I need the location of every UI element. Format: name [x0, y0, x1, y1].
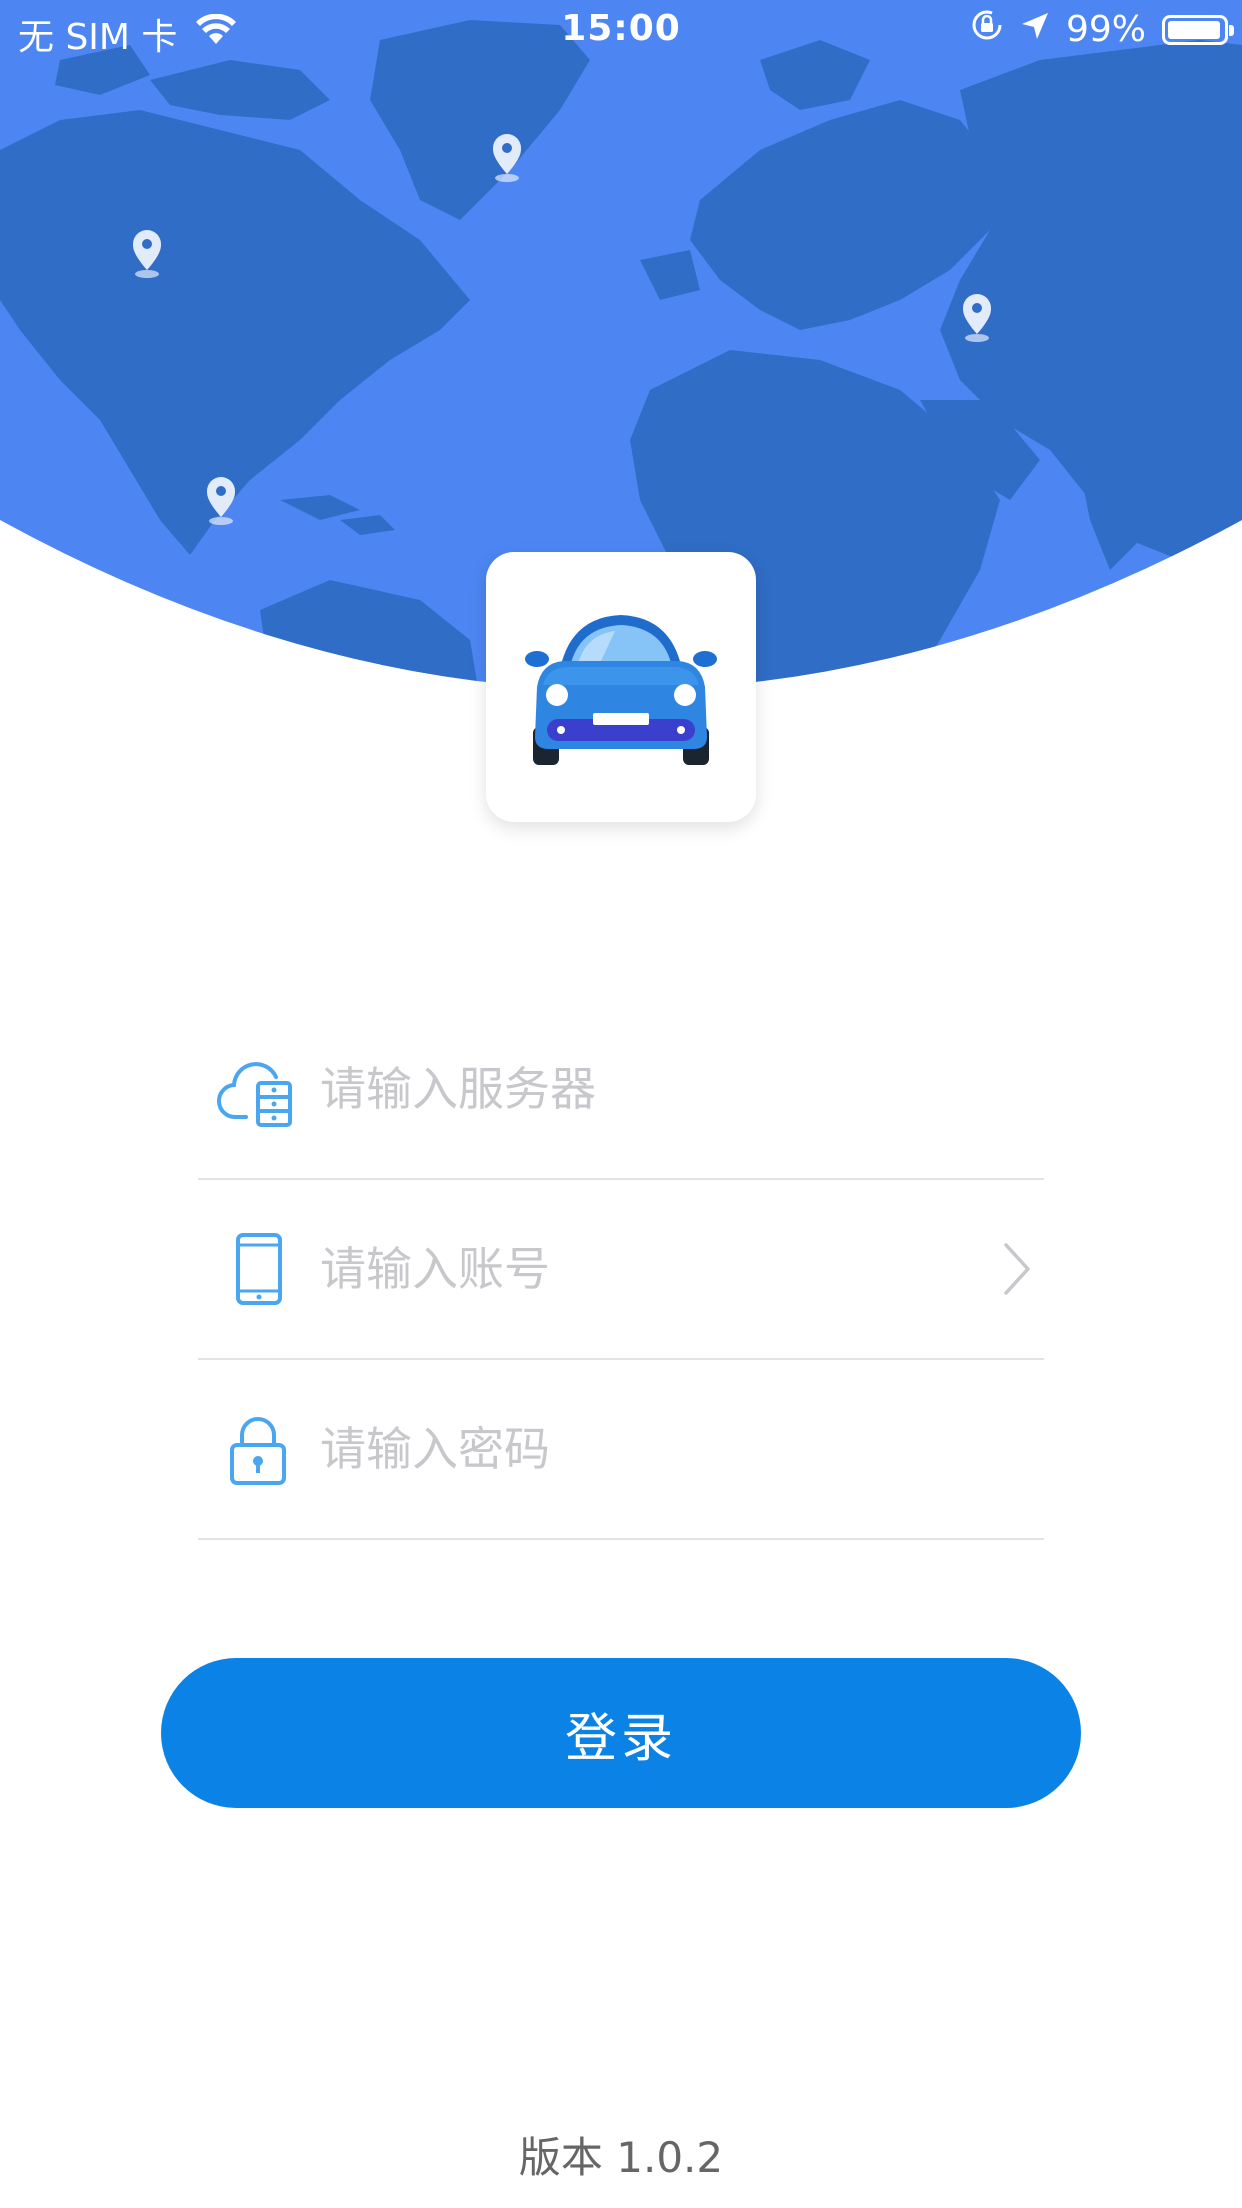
phone-icon: [216, 1180, 300, 1358]
account-field-row: [198, 1180, 1044, 1360]
car-icon: [525, 615, 717, 765]
battery-level-fill: [1168, 20, 1220, 39]
server-input[interactable]: [320, 1049, 940, 1129]
login-button[interactable]: 登录: [161, 1658, 1081, 1808]
password-field-row: [198, 1360, 1044, 1540]
chevron-right-icon[interactable]: [996, 1239, 1036, 1299]
lock-icon: [216, 1360, 300, 1538]
account-input[interactable]: [320, 1229, 940, 1309]
login-screen: 无 SIM 卡 15:00 99% 请输入服务器 请输入账号 登录 版本 1.0…: [0, 0, 1242, 2208]
battery-icon: [1162, 14, 1234, 45]
orientation-lock-icon: [970, 8, 1004, 51]
version-label: 版本 1.0.2: [518, 2133, 724, 2182]
cloud-server-icon: [216, 1000, 300, 1178]
login-form: [198, 1000, 1044, 1540]
app-logo: [486, 552, 756, 822]
status-bar-right: 99%: [970, 8, 1234, 51]
location-arrow-icon: [1020, 9, 1050, 50]
status-bar: 无 SIM 卡 15:00 99%: [0, 0, 1242, 60]
password-input[interactable]: [320, 1409, 940, 1489]
server-field-row: [198, 1000, 1044, 1180]
battery-percent: 99%: [1065, 9, 1146, 50]
